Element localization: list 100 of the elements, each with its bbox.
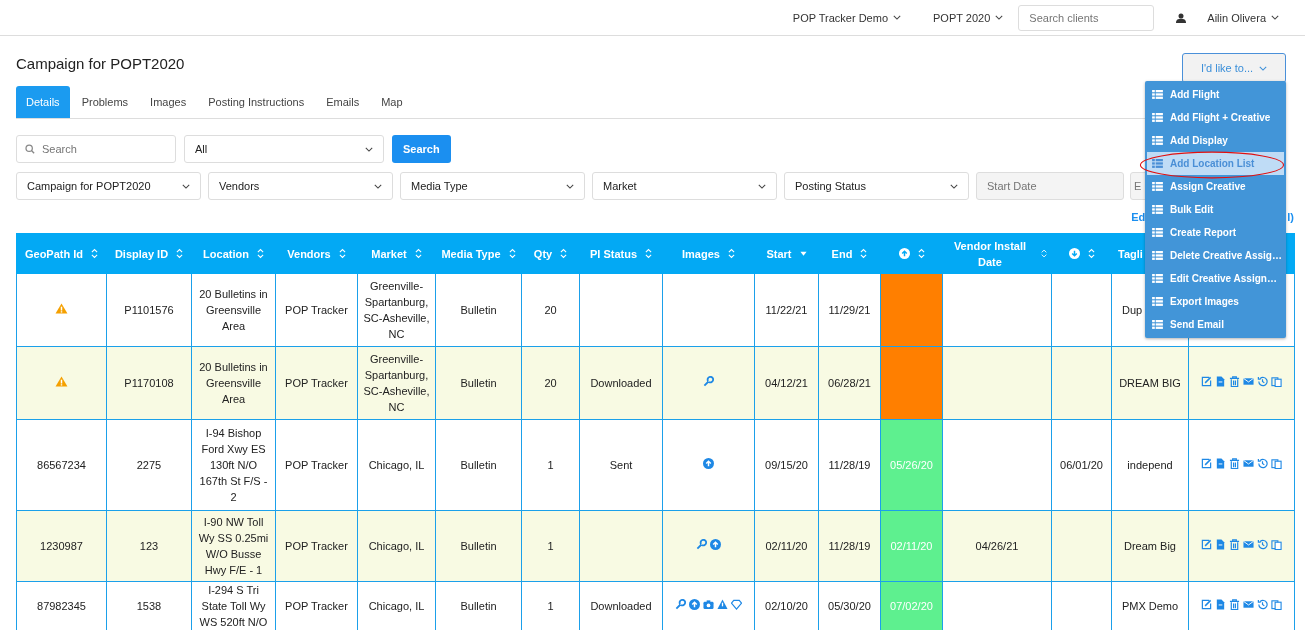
link-text[interactable]: l) [1287, 210, 1294, 223]
sort-icon[interactable] [1087, 248, 1095, 259]
tab[interactable]: Problems [71, 86, 139, 118]
edit-icon[interactable] [1201, 599, 1212, 610]
mail-icon[interactable] [1243, 376, 1254, 387]
table-cell-text: 20 [544, 304, 557, 316]
sort-icon[interactable] [414, 248, 422, 259]
table-cell-text: POP Tracker [285, 304, 348, 316]
menu-item[interactable]: Add Display [1147, 129, 1284, 152]
menu-item[interactable]: Delete Creative Assig… [1147, 244, 1284, 267]
tab[interactable]: Posting Instructions [198, 86, 315, 118]
filter-select[interactable]: Market [592, 172, 777, 200]
camera-icon[interactable] [703, 599, 714, 610]
warning-icon[interactable] [717, 599, 728, 610]
mail-icon[interactable] [1243, 539, 1254, 550]
menu-item[interactable]: Bulk Edit [1147, 198, 1284, 221]
search-field[interactable]: Search [16, 135, 176, 163]
table-cell-text: 87982345 [37, 600, 86, 612]
table-cell-text: 1 [547, 540, 554, 552]
table-cell-text: POP Tracker [285, 459, 348, 471]
filter-select[interactable]: Vendors [208, 172, 393, 200]
trash-icon[interactable] [1229, 376, 1240, 387]
wrench-icon[interactable] [675, 599, 686, 610]
edit-icon[interactable] [1201, 539, 1212, 550]
sort-icon[interactable] [860, 248, 868, 259]
copy-icon[interactable] [1271, 458, 1282, 469]
trash-icon[interactable] [1229, 599, 1240, 610]
link-text[interactable]: Ed [1131, 210, 1146, 223]
chevron-icon [995, 15, 1004, 20]
history-icon[interactable] [1257, 599, 1268, 610]
chevron-icon [893, 15, 902, 20]
table-cell-text: P1170108 [124, 377, 174, 389]
column-header: Media Type [441, 246, 501, 262]
menu-item[interactable]: Add Flight [1147, 83, 1284, 106]
file-icon[interactable] [1215, 458, 1226, 469]
date-field[interactable]: Start Date [976, 172, 1124, 200]
wrench-icon[interactable] [703, 376, 714, 387]
menu-item[interactable]: Assign Creative [1147, 175, 1284, 198]
table-cell-text: I-90 NW Toll Wy SS 0.25mi W/O Busse Hwy F/E - 1 [198, 516, 269, 576]
status-color-cell: 05/26/20 [880, 419, 943, 511]
trash-icon[interactable] [1229, 458, 1240, 469]
table-cell-text: POP Tracker [285, 540, 348, 552]
file-icon[interactable] [1215, 599, 1226, 610]
diamond-icon[interactable] [731, 599, 742, 610]
copy-icon[interactable] [1271, 599, 1282, 610]
action-dropdown-button[interactable]: I'd like to... [1182, 53, 1286, 83]
sort-icon[interactable] [338, 248, 346, 259]
sort-icon[interactable] [91, 248, 99, 259]
filter-select[interactable]: Campaign for POPT2020 [16, 172, 201, 200]
upload-icon[interactable] [703, 458, 714, 469]
menu-item[interactable]: Create Report [1147, 221, 1284, 244]
file-icon[interactable] [1215, 539, 1226, 550]
upload-icon[interactable] [689, 599, 700, 610]
sort-icon[interactable] [917, 248, 925, 259]
upload-icon[interactable] [710, 539, 721, 550]
table-cell-text: 1538 [136, 600, 162, 612]
table-cell-text: PMX Demo [1121, 600, 1179, 612]
history-icon[interactable] [1257, 458, 1268, 469]
sort-icon[interactable] [1040, 248, 1047, 259]
menu-item[interactable]: Send Email [1147, 313, 1284, 336]
menu-item[interactable]: Add Location List [1147, 152, 1284, 175]
download-icon [1068, 248, 1080, 259]
wrench-icon[interactable] [696, 539, 707, 550]
table-cell-text: Chicago, IL [368, 600, 425, 612]
search-button[interactable]: Search [392, 135, 451, 163]
filter-select[interactable]: Media Type [400, 172, 585, 200]
sort-icon[interactable] [727, 248, 735, 259]
copy-icon[interactable] [1271, 376, 1282, 387]
tab[interactable]: Map [371, 86, 413, 118]
tab[interactable]: Details [16, 86, 70, 118]
top-menu[interactable]: POP Tracker Demo [792, 11, 902, 24]
menu-item[interactable]: Export Images [1147, 290, 1284, 313]
sort-icon[interactable] [560, 248, 568, 259]
sort-icon[interactable] [176, 248, 184, 259]
table-cell-text: Dream Big [1124, 540, 1176, 552]
top-menu[interactable]: POPT 2020 [933, 11, 1004, 24]
history-icon[interactable] [1257, 376, 1268, 387]
tab[interactable]: Emails [316, 86, 370, 118]
file-icon[interactable] [1215, 376, 1226, 387]
menu-item[interactable]: Edit Creative Assign… [1147, 267, 1284, 290]
table-cell-text: 06/28/21 [828, 377, 871, 389]
sort-icon[interactable] [256, 248, 264, 259]
sort-icon[interactable] [508, 248, 516, 259]
menu-item[interactable]: Add Flight + Creative [1147, 106, 1284, 129]
sort-icon[interactable] [645, 248, 653, 259]
edit-icon[interactable] [1201, 458, 1212, 469]
user-menu[interactable]: Ailin Olivera [1207, 11, 1279, 24]
copy-icon[interactable] [1271, 539, 1282, 550]
trash-icon[interactable] [1229, 539, 1240, 550]
client-search-field[interactable]: Search clients [1018, 4, 1155, 31]
edit-icon[interactable] [1201, 376, 1212, 387]
table-cell-text: Bulletin [460, 459, 497, 471]
tab[interactable]: Images [140, 86, 197, 118]
history-icon[interactable] [1257, 539, 1268, 550]
scope-select[interactable]: All [184, 135, 384, 163]
mail-icon[interactable] [1243, 458, 1254, 469]
filter-select[interactable]: Posting Status [784, 172, 969, 200]
page-title: Campaign for POPT2020 [16, 53, 185, 72]
table-cell-text: 1 [547, 459, 554, 471]
mail-icon[interactable] [1243, 599, 1254, 610]
